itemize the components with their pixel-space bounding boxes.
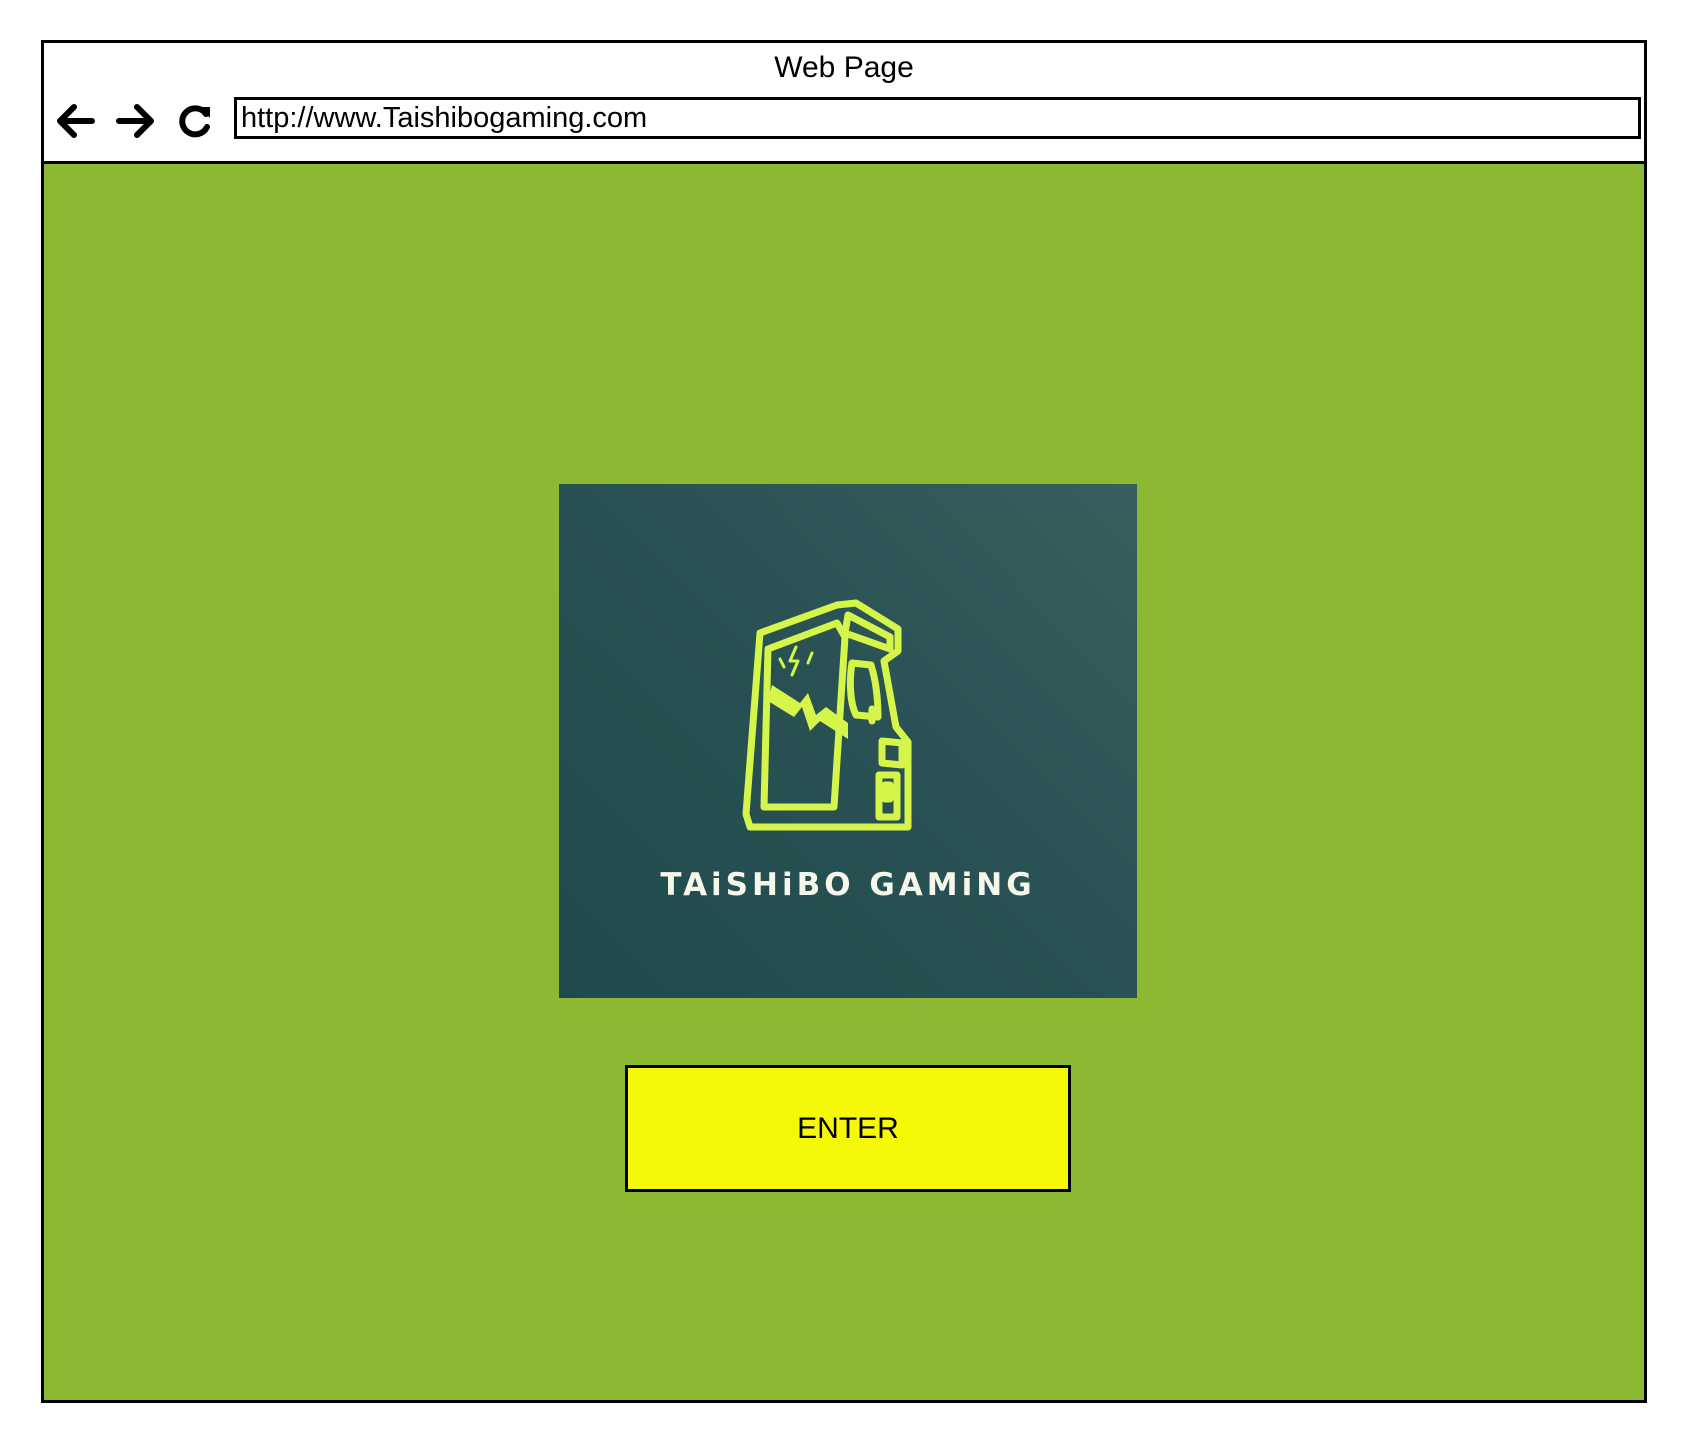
browser-toolbar: Web Page http://www.Taishibogaming.com <box>44 43 1644 164</box>
url-input[interactable]: http://www.Taishibogaming.com <box>234 97 1641 139</box>
arcade-cabinet-icon <box>742 599 912 831</box>
browser-window: Web Page http://www.Taishibogaming.com T… <box>41 40 1647 1403</box>
enter-button[interactable]: ENTER <box>625 1065 1071 1192</box>
forward-button[interactable] <box>112 98 158 144</box>
reload-icon <box>179 105 210 138</box>
arrow-right-icon <box>116 104 154 138</box>
arrow-left-icon <box>57 104 95 138</box>
logo-image: TAiSHiBO GAMiNG <box>559 484 1137 998</box>
reload-button[interactable] <box>172 98 218 144</box>
page-content: TAiSHiBO GAMiNG ENTER <box>44 164 1644 1400</box>
window-title: Web Page <box>774 51 914 84</box>
back-button[interactable] <box>53 98 99 144</box>
logo-wordmark: TAiSHiBO GAMiNG <box>660 867 1036 903</box>
